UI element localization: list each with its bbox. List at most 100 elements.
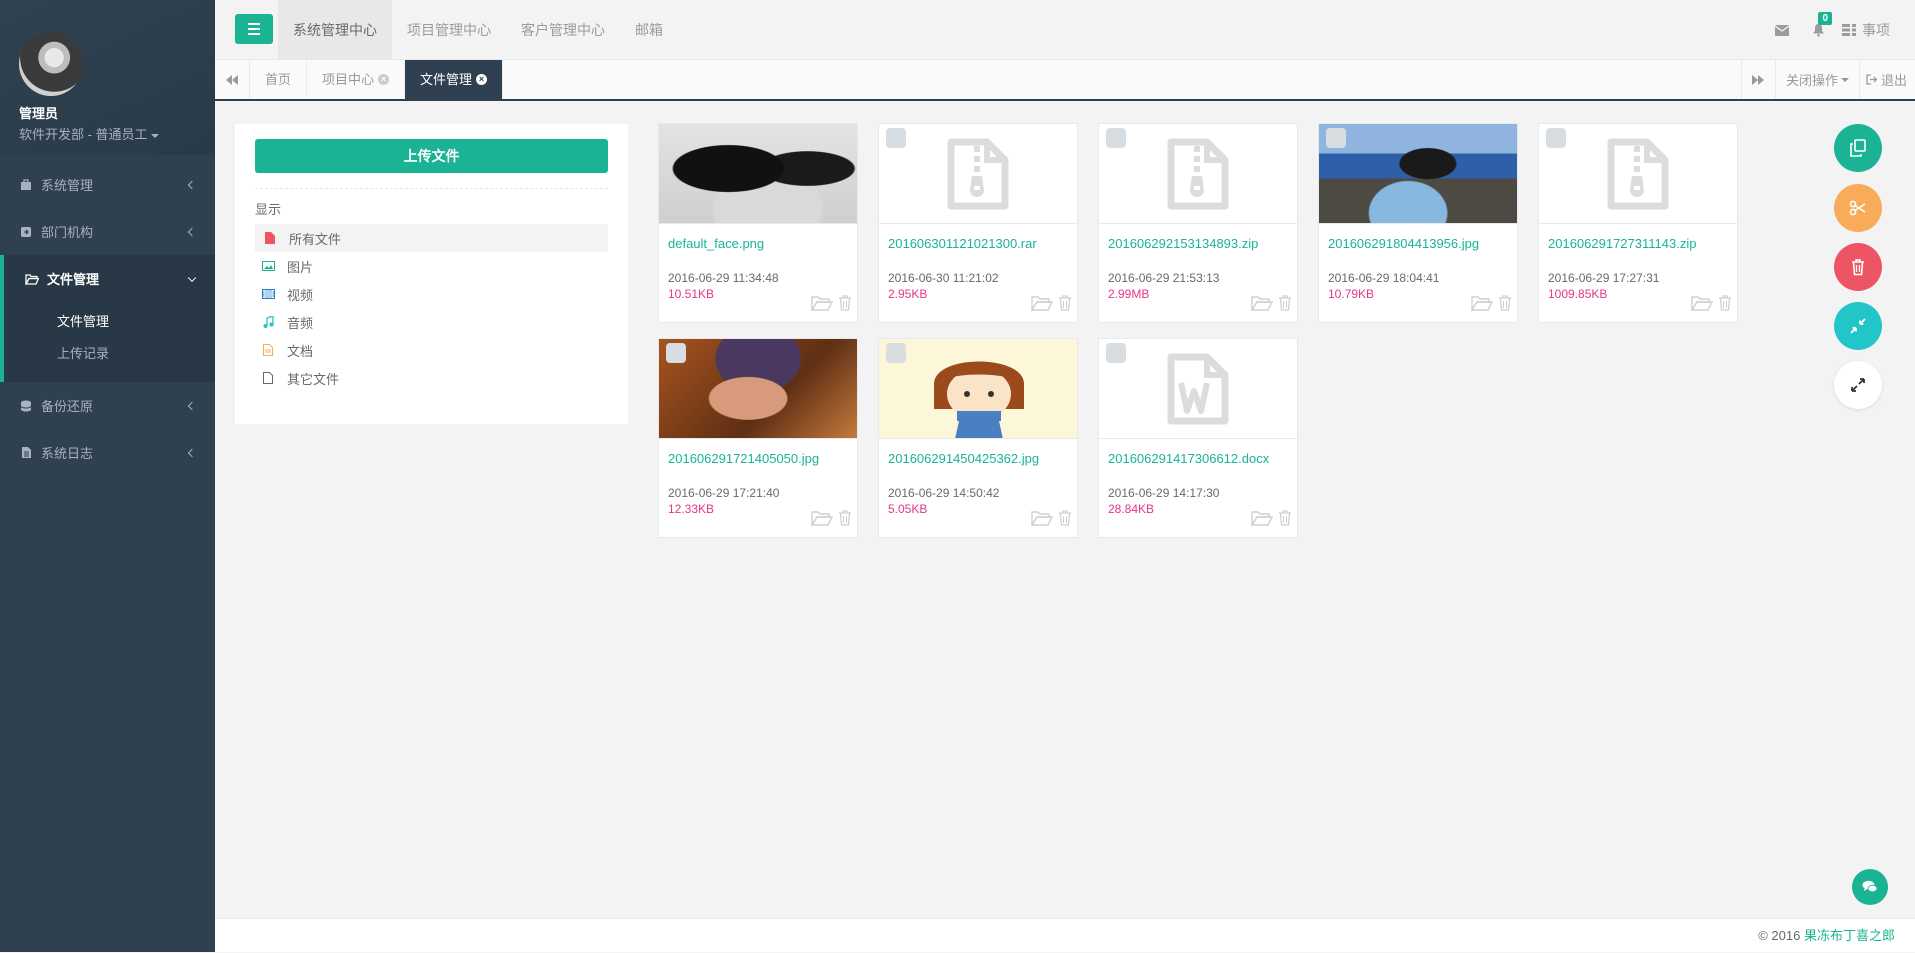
file-card[interactable]: 201606301121021300.rar 2016-06-30 11:21:… — [878, 123, 1078, 323]
file-name[interactable]: 201606301121021300.rar — [879, 224, 1077, 270]
file-thumbnail[interactable] — [1099, 124, 1297, 224]
file-thumbnail[interactable] — [1539, 124, 1737, 224]
notification-bell[interactable]: 0 — [1800, 0, 1836, 60]
upload-file-button[interactable]: 上传文件 — [255, 139, 608, 173]
tab-project-center[interactable]: 项目管理中心 — [392, 0, 506, 60]
content-tab-project[interactable]: 项目中心 × — [307, 60, 406, 99]
delete-button[interactable] — [1834, 243, 1882, 291]
document-icon — [261, 344, 275, 356]
select-checkbox[interactable] — [1106, 343, 1126, 363]
trash-icon[interactable] — [1277, 295, 1293, 311]
sidebar-item-backup[interactable]: 备份还原 — [0, 382, 215, 429]
close-tab-icon[interactable]: × — [378, 74, 390, 85]
file-name[interactable]: 201606291417306612.docx — [1099, 439, 1297, 485]
trash-icon[interactable] — [1057, 510, 1073, 526]
trash-icon[interactable] — [1717, 295, 1733, 311]
close-tab-icon[interactable]: × — [476, 74, 488, 85]
tab-system-center[interactable]: 系统管理中心 — [278, 0, 392, 60]
select-checkbox[interactable] — [886, 128, 906, 148]
folder-open-icon[interactable] — [1031, 510, 1053, 526]
file-name[interactable]: 201606291727311143.zip — [1539, 224, 1737, 270]
sidebar-item-logs[interactable]: 系统日志 — [0, 429, 215, 476]
file-card[interactable]: 201606291417306612.docx 2016-06-29 14:17… — [1098, 338, 1298, 538]
folder-open-icon[interactable] — [1691, 295, 1713, 311]
file-card[interactable]: default_face.png 2016-06-29 11:34:48 10.… — [658, 123, 858, 323]
chat-button[interactable] — [1852, 869, 1888, 905]
sidebar-subitem-file-manage[interactable]: 文件管理 — [4, 306, 215, 338]
sidebar-item-department[interactable]: 部门机构 — [0, 208, 215, 255]
trash-icon[interactable] — [837, 295, 853, 311]
tab-label: 项目中心 — [322, 72, 375, 87]
sidebar-item-system[interactable]: 系统管理 — [0, 161, 215, 208]
file-thumbnail[interactable] — [879, 339, 1077, 439]
file-thumbnail[interactable] — [1319, 124, 1517, 224]
close-operations-dropdown[interactable]: 关闭操作 — [1774, 60, 1859, 99]
file-card[interactable]: 201606291727311143.zip 2016-06-29 17:27:… — [1538, 123, 1738, 323]
filter-videos[interactable]: 视频 — [255, 280, 608, 308]
file-name[interactable]: 201606292153134893.zip — [1099, 224, 1297, 270]
trash-icon[interactable] — [837, 510, 853, 526]
cut-button[interactable] — [1834, 184, 1882, 232]
envelope-icon[interactable] — [1764, 0, 1800, 60]
compress-button[interactable] — [1834, 302, 1882, 350]
file-date: 2016-06-29 17:27:31 — [1548, 271, 1660, 285]
tasks-button[interactable]: 事项 — [1836, 20, 1915, 40]
select-checkbox[interactable] — [1546, 128, 1566, 148]
folder-open-icon[interactable] — [811, 510, 833, 526]
filter-documents[interactable]: 文档 — [255, 336, 608, 364]
word-file-icon — [1167, 353, 1229, 424]
filter-audio[interactable]: 音频 — [255, 308, 608, 336]
filter-label: 视频 — [287, 287, 314, 303]
file-name[interactable]: default_face.png — [659, 224, 857, 270]
top-tabs: 系统管理中心 项目管理中心 客户管理中心 邮箱 — [278, 0, 678, 60]
select-checkbox[interactable] — [1326, 128, 1346, 148]
logout-button[interactable]: 退出 — [1858, 60, 1915, 99]
file-name[interactable]: 201606291721405050.jpg — [659, 439, 857, 485]
user-role-dropdown[interactable]: 软件开发部 - 普通员工 — [19, 124, 215, 143]
folder-open-icon[interactable] — [1251, 510, 1273, 526]
filter-all-files[interactable]: 所有文件 — [255, 224, 608, 252]
sidebar-subitem-upload-log[interactable]: 上传记录 — [4, 338, 215, 370]
tabs-scroll-left-button[interactable] — [215, 60, 250, 99]
expand-button[interactable] — [1834, 361, 1882, 409]
content-tab-files[interactable]: 文件管理 × — [405, 60, 504, 99]
file-card[interactable]: 201606291804413956.jpg 2016-06-29 18:04:… — [1318, 123, 1518, 323]
filter-images[interactable]: 图片 — [255, 252, 608, 280]
folder-open-icon[interactable] — [1031, 295, 1053, 311]
tab-customer-center[interactable]: 客户管理中心 — [506, 0, 620, 60]
filter-other-files[interactable]: 其它文件 — [255, 364, 608, 392]
avatar[interactable] — [19, 32, 83, 96]
file-card[interactable]: 201606291450425362.jpg 2016-06-29 14:50:… — [878, 338, 1078, 538]
tab-mailbox[interactable]: 邮箱 — [620, 0, 678, 60]
copy-button[interactable] — [1834, 124, 1882, 172]
trash-icon[interactable] — [1057, 295, 1073, 311]
zip-file-icon — [1607, 138, 1669, 209]
sidebar-item-files[interactable]: 文件管理 — [0, 255, 215, 302]
folder-open-icon[interactable] — [1251, 295, 1273, 311]
trash-icon[interactable] — [1497, 295, 1513, 311]
top-right-tools: 0 事项 — [1764, 0, 1915, 60]
select-checkbox[interactable] — [886, 343, 906, 363]
file-name[interactable]: 201606291804413956.jpg — [1319, 224, 1517, 270]
tabs-scroll-right-button[interactable] — [1740, 60, 1775, 99]
photo-girl — [879, 339, 1077, 438]
menu-toggle-button[interactable] — [235, 14, 273, 44]
author-link[interactable]: 果冻布丁喜之郎 — [1804, 928, 1895, 943]
file-type-filter-list: 所有文件 图片 视频 音频 文档 其它文件 — [255, 224, 608, 392]
file-thumbnail[interactable] — [1099, 339, 1297, 439]
logout-label: 退出 — [1880, 73, 1907, 88]
folder-open-icon[interactable] — [811, 295, 833, 311]
file-thumbnail[interactable] — [879, 124, 1077, 224]
select-checkbox[interactable] — [666, 343, 686, 363]
file-thumbnail[interactable] — [659, 339, 857, 439]
file-thumbnail[interactable] — [659, 124, 857, 224]
file-date: 2016-06-29 21:53:13 — [1108, 271, 1220, 285]
file-card[interactable]: 201606292153134893.zip 2016-06-29 21:53:… — [1098, 123, 1298, 323]
file-name[interactable]: 201606291450425362.jpg — [879, 439, 1077, 485]
folder-open-icon[interactable] — [1471, 295, 1493, 311]
compress-icon — [1850, 318, 1866, 334]
content-tab-home[interactable]: 首页 — [250, 60, 308, 99]
trash-icon[interactable] — [1277, 510, 1293, 526]
select-checkbox[interactable] — [1106, 128, 1126, 148]
file-card[interactable]: 201606291721405050.jpg 2016-06-29 17:21:… — [658, 338, 858, 538]
